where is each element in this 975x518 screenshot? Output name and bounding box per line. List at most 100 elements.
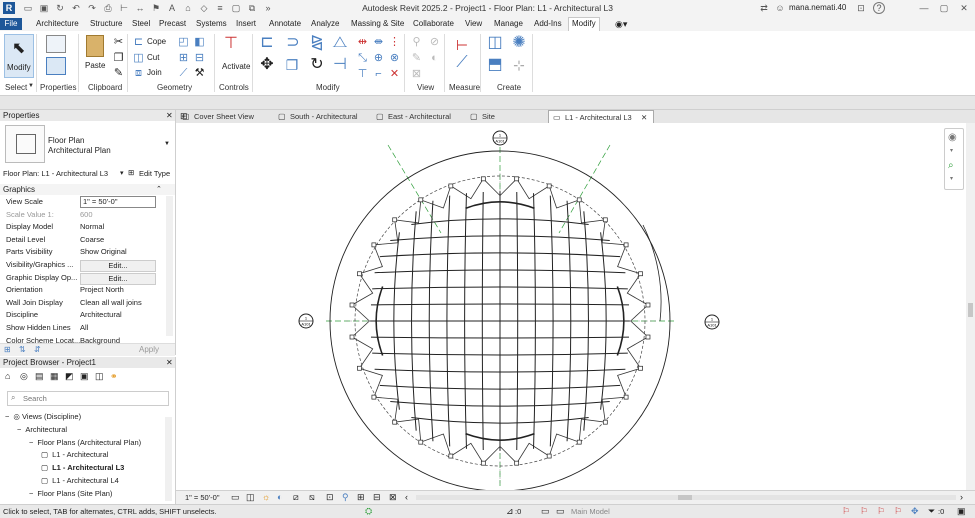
hide-element-icon[interactable]: ⚲ (410, 36, 423, 49)
lock-view-icon[interactable]: ⊡ (326, 492, 334, 503)
sun-path-icon[interactable]: ☼ (262, 492, 270, 502)
view-tab[interactable]: ▢ Site (466, 110, 542, 123)
select-panel-label[interactable]: Select (5, 83, 27, 92)
reveal-hidden-icon[interactable]: ⊞ (357, 492, 365, 503)
array-icon[interactable]: ⋮ (388, 36, 401, 49)
move-icon[interactable]: ✥ (258, 57, 276, 77)
property-row[interactable]: Detail Level Coarse (0, 234, 165, 247)
menu-systems[interactable]: Systems (193, 18, 230, 30)
tree-item[interactable]: ▢ L1 - Architectural L3 (41, 462, 124, 474)
menu-collaborate[interactable]: Collaborate (410, 18, 457, 30)
align-icon[interactable]: ⊏ (258, 35, 276, 55)
view-tab[interactable]: ▢ East - Architectural (372, 110, 460, 123)
create-assembly-icon[interactable]: ◫ (486, 35, 504, 55)
browser-scrollbar[interactable] (165, 417, 172, 501)
property-row[interactable]: Show Hidden Lines All (0, 322, 165, 335)
minimize-icon[interactable]: — (918, 2, 930, 14)
offset-icon[interactable]: ⊃ (283, 35, 303, 55)
wheel-dropdown-icon[interactable]: ▾ (950, 147, 953, 154)
menu-insert[interactable]: Insert (233, 18, 259, 30)
zoom-dropdown-icon[interactable]: ▾ (950, 175, 953, 182)
mirror-axis-icon[interactable]: ⧎ (308, 35, 326, 55)
floor-plan-view-icon[interactable]: ▢ (41, 476, 48, 485)
measure-between-icon[interactable]: ⊢ (452, 38, 472, 52)
selector-dropdown-icon[interactable]: ▾ (120, 169, 124, 177)
canvas-vertical-scrollbar[interactable] (966, 123, 975, 490)
horizontal-scroll-thumb[interactable] (678, 495, 692, 500)
trim-corner-icon[interactable]: ⌐ (372, 68, 385, 81)
maximize-icon[interactable]: ▢ (938, 2, 950, 14)
unpin-icon[interactable]: ⊗ (388, 52, 401, 65)
type-selector-dropdown-icon[interactable]: ▼ (164, 141, 170, 147)
analysis-icon[interactable]: ⊠ (389, 492, 397, 503)
elevation-marker-west[interactable]: 1A101 (298, 313, 314, 329)
split-element-icon[interactable]: ⇹ (356, 36, 369, 49)
mirror-draw-icon[interactable]: ⧍ (331, 35, 349, 55)
view-tab[interactable]: ▭ L1 - Architectural L3 ✕ (548, 110, 654, 124)
zoom-icon[interactable]: ⌕ (948, 160, 954, 171)
halftone-icon[interactable]: ◐ (428, 52, 441, 65)
temporary-hide-icon[interactable]: ⚲ (342, 492, 349, 503)
view-scale-field[interactable]: 1" = 50'-0" (80, 196, 156, 208)
floor-plan-view-icon[interactable]: ▢ (41, 450, 48, 459)
cut-geometry-icon[interactable]: ◫ (132, 52, 145, 65)
editable-only-icon[interactable]: ▭ (556, 505, 565, 518)
edit-type-button[interactable]: Edit Type (139, 169, 170, 178)
cope-icon[interactable]: ⊏ (132, 36, 145, 49)
select-pinned-icon[interactable]: ⚐ (877, 505, 885, 518)
close-properties-icon[interactable]: ✕ (166, 110, 173, 121)
trim-multiple-icon[interactable]: ⊤ (356, 68, 369, 81)
menu-massing-site[interactable]: Massing & Site (348, 18, 407, 30)
view-scale[interactable]: 1" = 50'-0" (185, 493, 220, 502)
menu-add-ins[interactable]: Add-Ins (531, 18, 565, 30)
tree-item[interactable]: − ◎ Views (Discipline) (5, 411, 81, 423)
view-filter-icon[interactable]: ⊠ (410, 68, 423, 81)
detail-level-icon[interactable]: ▭ (231, 492, 240, 503)
join-label[interactable]: Join (147, 68, 162, 77)
menu-steel[interactable]: Steel (129, 18, 153, 30)
exchange-icon[interactable]: ⇄ (758, 2, 770, 14)
menu-structure[interactable]: Structure (87, 18, 125, 30)
active-model[interactable]: Main Model (571, 505, 610, 518)
view-icon[interactable]: ◎ (20, 371, 28, 382)
workset-icon[interactable]: ⛭ (365, 505, 372, 518)
trim-extend-icon[interactable]: ⊣ (331, 57, 349, 77)
visual-style-icon[interactable]: ◫ (246, 492, 255, 503)
delete-icon[interactable]: ✕ (388, 68, 401, 81)
vertical-scroll-thumb[interactable] (968, 303, 973, 317)
view-tab[interactable]: ▢ South - Architectural (274, 110, 366, 123)
split-gap-icon[interactable]: ⇼ (372, 36, 385, 49)
close-window-icon[interactable]: ✕ (958, 2, 970, 14)
drawing-canvas[interactable]: 1 A101 1 A101 1 A101 ◉ ▾ ⌕ ▾ (176, 123, 975, 490)
wall-joins-icon[interactable]: ⊞ (177, 52, 190, 65)
properties-tool-button[interactable] (44, 35, 68, 75)
rotate-icon[interactable]: ↻ (308, 57, 326, 77)
modify-tool-button[interactable]: ⬉ Modify (4, 34, 34, 78)
property-row[interactable]: Wall Join Display Clean all wall joins (0, 297, 165, 310)
paint-icon[interactable]: ◧ (193, 36, 206, 49)
drag-on-selection-icon[interactable]: ✥ (911, 505, 919, 518)
create-group-icon[interactable]: ⬒ (486, 57, 504, 77)
menu-manage[interactable]: Manage (491, 18, 526, 30)
steering-wheel-icon[interactable]: ◉ (948, 132, 957, 143)
family-icon[interactable]: ◩ (65, 371, 74, 382)
override-graphics-icon[interactable]: ⊘ (428, 36, 441, 49)
edit-button[interactable]: Edit... (80, 272, 156, 285)
paste-button[interactable]: Paste (84, 35, 106, 75)
link-icon[interactable]: ⚭ (110, 371, 118, 382)
property-row[interactable]: Display Model Normal (0, 221, 165, 234)
cart-icon[interactable]: ⊡ (855, 2, 867, 14)
property-row[interactable]: Parts Visibility Show Original (0, 246, 165, 259)
view-tab[interactable]: ▢ Cover Sheet View (178, 110, 268, 123)
background-processes-icon[interactable]: ▣ (957, 505, 966, 518)
menu-file[interactable]: File (0, 18, 22, 30)
tree-item[interactable]: ▢ L1 - Architectural L4 (41, 475, 119, 487)
dome-grid-shell[interactable] (370, 191, 630, 451)
copy-icon[interactable]: ❐ (112, 52, 125, 65)
select-underlay-icon[interactable]: ⚐ (860, 505, 868, 518)
collapse-node-icon[interactable]: − (5, 412, 9, 421)
hammer-icon[interactable]: ⚒ (193, 67, 206, 80)
property-row[interactable]: Scale Value 1: 600 (0, 209, 165, 222)
create-similar-icon[interactable]: ⊹ (510, 58, 528, 77)
remove-paint-icon[interactable]: ⟋ (177, 67, 190, 80)
